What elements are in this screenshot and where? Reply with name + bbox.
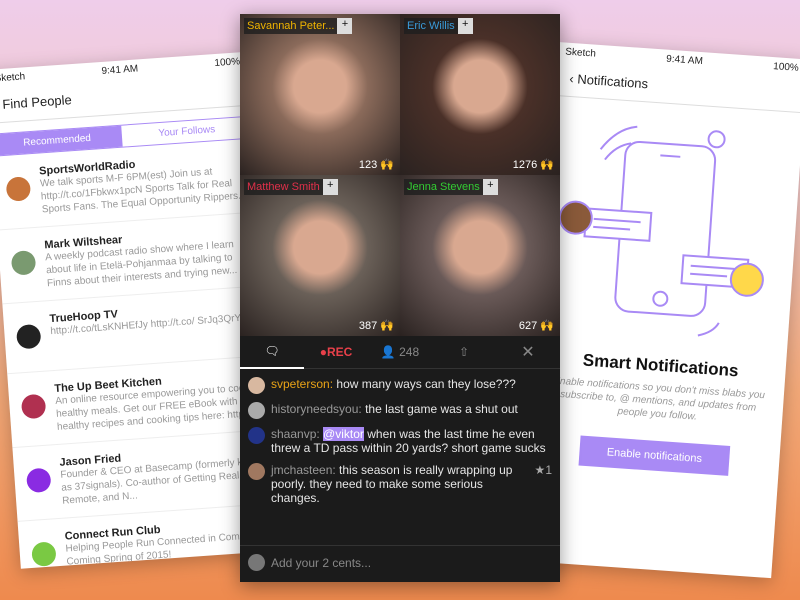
chat-message: svpeterson: how many ways can they lose?… (248, 377, 552, 394)
participant-name: Eric Willis (404, 18, 458, 34)
rec-label: REC (326, 345, 353, 359)
clap-hands-icon: 🙌 (380, 159, 394, 171)
message-text: the last game was a shut out (365, 402, 518, 416)
count: 387 (358, 320, 378, 332)
username[interactable]: jmchasteen: (271, 463, 336, 477)
clap-hands-icon: 🙌 (540, 320, 554, 332)
star-icon: ★ (534, 463, 546, 477)
avatar (248, 427, 265, 444)
participant-tag: Matthew Smith + (244, 179, 338, 195)
video-tile[interactable]: Matthew Smith +387 🙌 (240, 175, 400, 336)
carrier: Sketch (0, 71, 26, 85)
participant-tag: Eric Willis + (404, 18, 473, 34)
avatar (248, 463, 265, 480)
participant-name: Matthew Smith (244, 179, 323, 195)
clap-hands-icon: 🙌 (540, 159, 554, 171)
star-count[interactable]: ★1 (535, 463, 552, 505)
carrier: Sketch (564, 46, 597, 60)
avatar (25, 467, 52, 494)
clap-hands-icon: 🙌 (380, 320, 394, 332)
participant-tag: Savannah Peter... + (244, 18, 353, 34)
participant-tag: Jenna Stevens + (404, 179, 498, 195)
avatar (10, 250, 37, 276)
video-tile[interactable]: Jenna Stevens +627 🙌 (400, 175, 560, 336)
person-icon: 👤 (380, 345, 396, 359)
username[interactable]: historyneedsyou: (271, 402, 362, 416)
message-text: how many ways can they lose??? (336, 377, 516, 391)
follow-plus-icon[interactable]: + (337, 18, 353, 34)
mention[interactable]: @viktor (323, 427, 364, 441)
chat-message: shaanvp: @viktor when was the last time … (248, 427, 552, 455)
username[interactable]: shaanvp: (271, 427, 320, 441)
participant-name: Savannah Peter... (244, 18, 338, 34)
live-blab-screen: Savannah Peter... +123 🙌 Eric Willis +1276 … (240, 14, 560, 582)
clock: 9:41 AM (665, 53, 704, 68)
applause-count[interactable]: 123 🙌 (359, 158, 394, 171)
follow-plus-icon[interactable]: + (457, 18, 473, 34)
chat-bubble-icon[interactable]: 🗨 (240, 336, 304, 369)
count: 1276 (512, 159, 538, 171)
count: 627 (518, 320, 538, 332)
follow-plus-icon[interactable]: + (322, 179, 338, 195)
follow-plus-icon[interactable]: + (482, 179, 498, 195)
page-title: Notifications (576, 71, 649, 92)
clock: 9:41 AM (101, 63, 139, 77)
participant-name: Jenna Stevens (404, 179, 483, 195)
enable-notifications-button[interactable]: Enable notifications (578, 435, 731, 476)
avatar (15, 323, 42, 350)
comment-input[interactable]: Add your 2 cents... (271, 556, 371, 570)
applause-count[interactable]: 387 🙌 (359, 319, 394, 332)
avatar (248, 402, 265, 419)
video-grid: Savannah Peter... +123 🙌 Eric Willis +1276 … (240, 14, 560, 336)
chat-list: svpeterson: how many ways can they lose?… (240, 369, 560, 546)
avatar (31, 541, 57, 567)
video-tile[interactable]: Eric Willis +1276 🙌 (400, 14, 560, 175)
rec-button[interactable]: ●REC (304, 345, 368, 359)
chat-message: historyneedsyou: the last game was a shu… (248, 402, 552, 419)
avatar (5, 176, 32, 202)
avatar (248, 554, 265, 571)
avatar (20, 393, 47, 420)
video-tile[interactable]: Savannah Peter... +123 🙌 (240, 14, 400, 175)
chat-message: jmchasteen: this season is really wrappi… (248, 463, 552, 505)
star-number: 1 (545, 463, 552, 477)
rec-dot-icon: ● (319, 345, 327, 359)
toolbar: 🗨 ●REC 👤 248 ⇧ ✕ (240, 336, 560, 369)
viewers-button[interactable]: 👤 248 (368, 345, 432, 359)
share-icon[interactable]: ⇧ (432, 345, 496, 359)
viewer-count: 248 (399, 345, 420, 359)
comment-input-bar[interactable]: Add your 2 cents... (240, 546, 560, 579)
battery: 100% (214, 56, 241, 70)
notifications-screen: Sketch 9:41 AM 100% ‹ Notifications Smar… (521, 42, 800, 579)
phone-notification-illustration (537, 96, 800, 353)
username[interactable]: svpeterson: (271, 377, 333, 391)
applause-count[interactable]: 627 🙌 (519, 319, 554, 332)
avatar (248, 377, 265, 394)
battery: 100% (772, 61, 800, 74)
close-icon[interactable]: ✕ (496, 342, 560, 362)
count: 123 (358, 159, 378, 171)
applause-count[interactable]: 1276 🙌 (513, 158, 554, 171)
